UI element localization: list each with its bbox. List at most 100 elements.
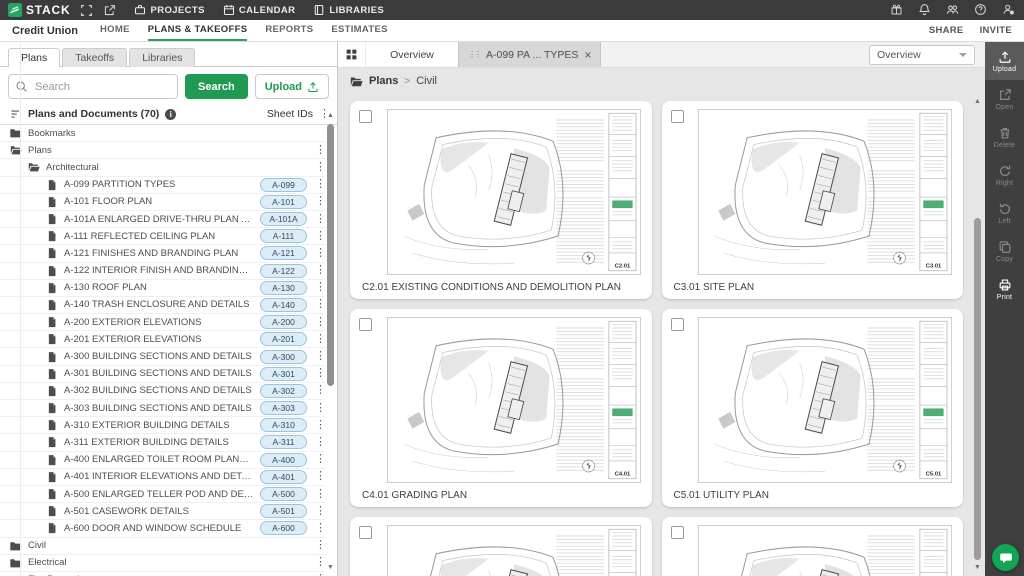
sheet-id-badge[interactable]: A-501 [260,504,307,518]
kebab-menu-icon[interactable] [315,145,323,156]
tree-row[interactable]: A-130 ROOF PLAN A-130 [0,280,325,297]
plan-card[interactable]: C3.01 C3.01 SITE PLAN [662,101,964,299]
info-icon[interactable]: i [165,109,176,120]
tree-row[interactable]: A-302 BUILDING SECTIONS AND DETAILS A-30… [0,383,325,400]
chat-bubble-button[interactable] [992,544,1019,571]
trash-icon[interactable]: Delete [985,118,1024,156]
sheet-id-badge[interactable]: A-200 [260,315,307,329]
tree-row[interactable]: A-099 PARTITION TYPES A-099 [0,177,325,194]
sheet-id-badge[interactable]: A-121 [260,246,307,260]
tree-row[interactable]: A-300 BUILDING SECTIONS AND DETAILS A-30… [0,348,325,365]
project-tab[interactable]: REPORTS [265,20,313,41]
kebab-menu-icon[interactable] [315,540,323,551]
kebab-menu-icon[interactable] [315,179,323,190]
breadcrumb-root[interactable]: Plans [369,75,398,87]
tree-row[interactable]: A-101 FLOOR PLAN A-101 [0,194,325,211]
view-dropdown[interactable]: Overview [869,45,975,65]
upload-button[interactable]: Upload [255,74,329,99]
expand-icon[interactable] [80,4,93,17]
tree-row[interactable]: A-500 ENLARGED TELLER POD AND DETAILS A-… [0,486,325,503]
kebab-menu-icon[interactable] [315,214,323,225]
sheet-id-badge[interactable]: A-401 [260,470,307,484]
tree-row[interactable]: A-301 BUILDING SECTIONS AND DETAILS A-30… [0,366,325,383]
external-link-icon[interactable] [103,4,116,17]
tree-row[interactable]: A-140 TRASH ENCLOSURE AND DETAILS A-140 [0,297,325,314]
sheet-id-badge[interactable]: A-500 [260,487,307,501]
open-icon[interactable]: Open [985,80,1024,118]
sheet-id-badge[interactable]: A-311 [260,435,307,449]
sheet-id-badge[interactable]: A-140 [260,298,307,312]
sheet-id-badge[interactable]: A-310 [260,418,307,432]
tree-row[interactable]: Electrical [0,555,325,572]
close-icon[interactable] [584,49,591,61]
copy-icon[interactable]: Copy [985,232,1024,270]
tab-overview[interactable]: Overview [366,42,458,67]
rotate-right-icon[interactable]: Right [985,156,1024,194]
top-menu-item[interactable]: CALENDAR [223,4,296,16]
scrollbar-thumb[interactable] [327,124,334,386]
kebab-menu-icon[interactable] [315,489,323,500]
kebab-menu-icon[interactable] [315,231,323,242]
tree-row[interactable]: Bookmarks [0,125,325,142]
kebab-menu-icon[interactable] [315,265,323,276]
kebab-menu-icon[interactable] [315,403,323,414]
tree-row[interactable]: A-501 CASEWORK DETAILS A-501 [0,503,325,520]
sheet-id-badge[interactable]: A-300 [260,350,307,364]
card-checkbox[interactable] [671,318,684,331]
card-checkbox[interactable] [359,110,372,123]
sheet-id-badge[interactable]: A-101 [260,195,307,209]
plan-card[interactable] [662,517,964,576]
tree-row[interactable]: A-111 REFLECTED CEILING PLAN A-111 [0,228,325,245]
account-icon[interactable] [1002,3,1016,17]
upload-icon[interactable]: Upload [985,42,1024,80]
sheet-id-badge[interactable]: A-600 [260,521,307,535]
kebab-menu-icon[interactable] [315,437,323,448]
bell-icon[interactable] [918,3,932,17]
scroll-down-icon[interactable]: ▼ [973,564,982,572]
kebab-menu-icon[interactable] [315,248,323,259]
tree-row[interactable]: Civil [0,538,325,555]
sheet-id-badge[interactable]: A-122 [260,264,307,278]
print-icon[interactable]: Print [985,270,1024,308]
sheet-id-badge[interactable]: A-201 [260,332,307,346]
scroll-up-icon[interactable]: ▲ [326,112,335,120]
tree-row[interactable]: A-303 BUILDING SECTIONS AND DETAILS A-30… [0,400,325,417]
tree-row[interactable]: A-311 EXTERIOR BUILDING DETAILS A-311 [0,434,325,451]
panel-tab[interactable]: Plans [8,48,60,67]
kebab-menu-icon[interactable] [315,317,323,328]
kebab-menu-icon[interactable] [315,196,323,207]
tree-row[interactable]: A-121 FINISHES AND BRANDING PLAN A-121 [0,245,325,262]
kebab-menu-icon[interactable] [315,523,323,534]
tab-document[interactable]: A-099 PA ... TYPES [458,42,601,67]
sheet-id-badge[interactable]: A-099 [260,178,307,192]
grid-view-button[interactable] [338,42,366,67]
tree-row[interactable]: Fire Protection [0,572,325,576]
project-tab[interactable]: ESTIMATES [331,20,387,41]
tree-row[interactable]: A-200 EXTERIOR ELEVATIONS A-200 [0,314,325,331]
card-checkbox[interactable] [359,526,372,539]
kebab-menu-icon[interactable] [315,385,323,396]
kebab-menu-icon[interactable] [315,420,323,431]
project-tab[interactable]: HOME [100,20,130,41]
tree-row[interactable]: A-310 EXTERIOR BUILDING DETAILS A-310 [0,417,325,434]
workspace-scrollbar[interactable]: ▲ ▼ [973,98,982,572]
sheet-id-badge[interactable]: A-101A [260,212,307,226]
tree-row[interactable]: A-122 INTERIOR FINISH AND BRANDING LEGEN… [0,263,325,280]
sheet-id-badge[interactable]: A-400 [260,453,307,467]
card-checkbox[interactable] [671,110,684,123]
project-tab[interactable]: PLANS & TAKEOFFS [148,20,248,41]
kebab-menu-icon[interactable] [315,506,323,517]
panel-tab[interactable]: Libraries [129,48,195,67]
tree-row[interactable]: A-400 ENLARGED TOILET ROOM PLANS AND DET… [0,452,325,469]
kebab-menu-icon[interactable] [315,454,323,465]
sheet-id-badge[interactable]: A-302 [260,384,307,398]
tree-row[interactable]: Architectural [0,159,325,176]
top-menu-item[interactable]: PROJECTS [134,4,204,16]
sheet-id-badge[interactable]: A-301 [260,367,307,381]
help-icon[interactable] [974,3,988,17]
people-icon[interactable] [946,3,960,17]
scrollbar-thumb[interactable] [974,218,981,560]
plan-card[interactable]: C2.01 C2.01 EXISTING CONDITIONS AND DEMO… [350,101,652,299]
kebab-menu-icon[interactable] [315,471,323,482]
sheet-id-badge[interactable]: A-130 [260,281,307,295]
